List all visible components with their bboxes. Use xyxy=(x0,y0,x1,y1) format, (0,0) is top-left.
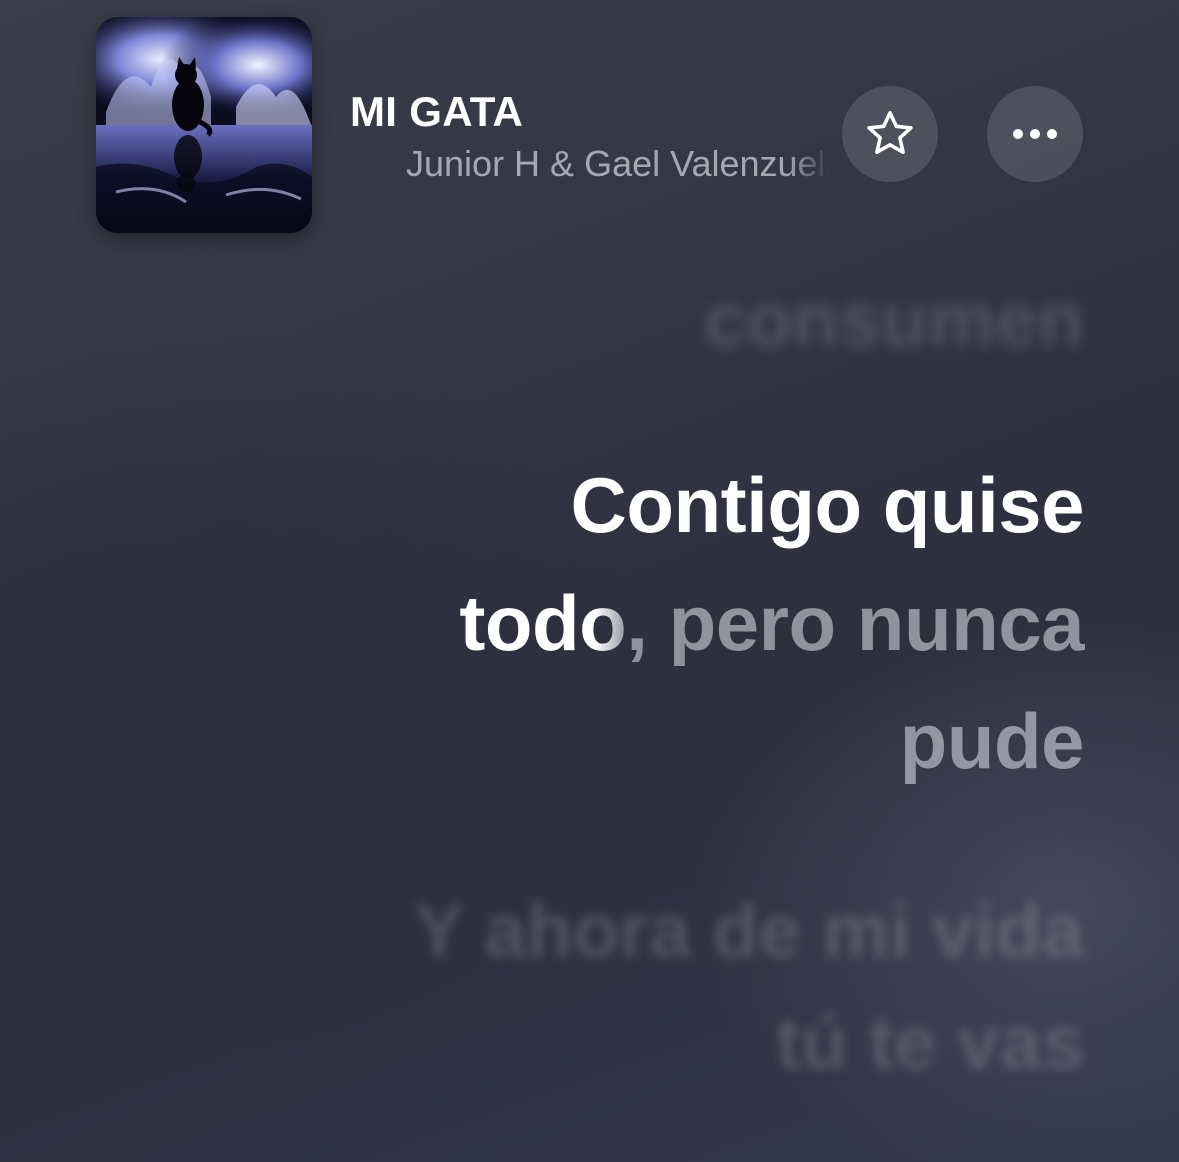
favorite-button[interactable] xyxy=(842,86,938,182)
star-outline-icon xyxy=(867,111,913,155)
song-artist: Junior H & Gael Valenzuela xyxy=(406,143,830,184)
lyric-current-line-1: Contigo quise xyxy=(570,461,1085,549)
album-artwork[interactable] xyxy=(96,17,312,233)
lyric-next-line-2: tú te vas xyxy=(775,1001,1084,1086)
ellipsis-icon xyxy=(1013,129,1057,139)
album-artwork-image xyxy=(96,17,312,233)
lyric-line-current[interactable]: Contigo quise todo, pero nunca pude xyxy=(459,446,1084,800)
lyric-sung-segment: tod xyxy=(459,579,580,667)
song-artist-container[interactable]: Junior H & Gael Valenzuela xyxy=(406,140,830,190)
lyric-current-line-3: pude xyxy=(899,697,1085,785)
lyric-current-line-2: todo, pero nunca xyxy=(459,564,1084,682)
lyric-next-line-1: Y ahora de mi vida xyxy=(413,889,1084,974)
lyric-line-previous[interactable]: consumen xyxy=(704,276,1084,366)
lyric-unsung-segment: , pero nunca xyxy=(626,579,1084,667)
song-title[interactable]: MI GATA xyxy=(350,88,523,136)
lyric-partial-segment: o xyxy=(579,579,627,667)
more-options-button[interactable] xyxy=(987,86,1083,182)
lyric-line-next[interactable]: Y ahora de mi vida tú te vas xyxy=(414,876,1084,1100)
